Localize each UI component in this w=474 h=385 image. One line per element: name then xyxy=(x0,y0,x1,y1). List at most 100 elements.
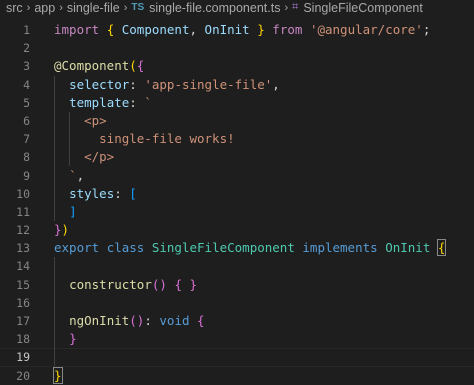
code-line[interactable]: 10 styles: [ xyxy=(0,185,474,203)
code-line[interactable]: 14 xyxy=(0,257,474,275)
chevron-right-icon: › xyxy=(26,1,31,14)
breadcrumb-item-single-file[interactable]: single-file xyxy=(67,1,120,15)
code-token: selector xyxy=(69,76,130,92)
code-token: styles xyxy=(69,185,115,201)
code-line[interactable]: 5 template: ` xyxy=(0,94,474,112)
code-text: </p> xyxy=(54,148,114,166)
breadcrumb-item-src[interactable]: src xyxy=(6,1,23,15)
line-number: 3 xyxy=(23,59,30,74)
class-symbol-icon: ⌗ xyxy=(292,1,299,13)
code-token: '@angular/core' xyxy=(309,22,423,37)
line-number: 14 xyxy=(16,259,30,274)
line-number: 16 xyxy=(16,295,30,310)
code-token: : xyxy=(129,94,145,110)
code-line[interactable]: 3 @Component({ xyxy=(0,57,474,75)
code-token: { xyxy=(136,58,145,74)
code-token: 'app-single-file' xyxy=(144,76,273,92)
line-number: 6 xyxy=(23,113,30,128)
code-text: selector: 'app-single-file', xyxy=(54,76,280,94)
line-number: 20 xyxy=(16,368,30,383)
breadcrumb-item-symbol[interactable]: SingleFileComponent xyxy=(303,1,423,15)
code-text: single-file works! xyxy=(54,130,234,148)
code-line[interactable]: 2 xyxy=(0,39,474,57)
code-token: { xyxy=(174,276,182,292)
code-token: constructor xyxy=(69,276,152,292)
code-token: void xyxy=(159,313,190,328)
code-token: } xyxy=(189,276,198,292)
breadcrumb-item-file[interactable]: single-file.component.ts xyxy=(149,1,280,15)
code-text: }) xyxy=(54,221,69,239)
line-number: 1 xyxy=(23,23,30,37)
code-token: <p> xyxy=(84,112,107,128)
code-line[interactable]: 7 single-file works! xyxy=(0,130,474,148)
indent-guide xyxy=(69,112,71,166)
code-token: ] xyxy=(69,203,77,219)
code-line[interactable]: 12}) xyxy=(0,221,474,239)
code-text: import { Component, OnInit } from '@angu… xyxy=(54,21,430,39)
code-line[interactable]: 17 ngOnInit(): void { xyxy=(0,312,474,330)
code-token: ngOnInit xyxy=(69,313,130,328)
code-text: ] xyxy=(54,203,77,221)
code-token: { xyxy=(197,313,205,328)
code-text: export class SingleFileComponent impleme… xyxy=(54,239,447,257)
code-text: <p> xyxy=(54,112,107,130)
code-line[interactable]: 19 xyxy=(0,348,474,366)
code-text: ngOnInit(): void { xyxy=(54,312,205,330)
code-token: } xyxy=(69,331,77,347)
line-number: 8 xyxy=(23,150,30,165)
code-token: template xyxy=(69,94,130,110)
code-token: : xyxy=(114,185,130,201)
code-token: ` xyxy=(69,167,77,183)
code-line[interactable]: 6 <p> xyxy=(0,112,474,130)
code-line[interactable]: 8 </p> xyxy=(0,148,474,166)
code-line[interactable]: 18 } xyxy=(0,330,474,348)
code-line[interactable]: 13 export class SingleFileComponent imple… xyxy=(0,239,474,257)
line-number: 17 xyxy=(16,314,30,328)
code-token: SingleFileComponent xyxy=(151,240,295,256)
code-token: } xyxy=(53,366,63,384)
code-text: template: ` xyxy=(54,94,152,112)
code-token: , xyxy=(189,22,205,37)
breadcrumb-item-app[interactable]: app xyxy=(34,1,55,15)
code-line[interactable]: 20} xyxy=(0,366,474,385)
code-line[interactable]: 9 `, xyxy=(0,167,474,185)
code-line[interactable]: 1 import { Component, OnInit } from '@ang… xyxy=(0,21,474,39)
code-token: () xyxy=(129,313,145,328)
indent-guide xyxy=(54,76,55,221)
line-number: 18 xyxy=(16,332,30,347)
code-token: Component xyxy=(121,22,190,37)
code-editor[interactable]: 1 import { Component, OnInit } from '@ang… xyxy=(0,21,474,385)
chevron-right-icon: › xyxy=(123,1,128,14)
code-token: { xyxy=(436,239,447,257)
code-line[interactable]: 4 selector: 'app-single-file', xyxy=(0,76,474,94)
code-text: @Component({ xyxy=(54,57,144,75)
typescript-file-icon: TS xyxy=(131,2,145,13)
code-line[interactable]: 16 xyxy=(0,294,474,312)
line-number: 7 xyxy=(23,132,30,147)
code-token: class xyxy=(106,240,145,256)
line-number: 19 xyxy=(16,350,30,365)
breadcrumb: src › app › single-file › TS single-file… xyxy=(0,0,474,15)
code-line[interactable]: 11 ] xyxy=(0,203,474,221)
code-line[interactable]: 15 constructor() { } xyxy=(0,276,474,294)
code-token: implements xyxy=(302,240,378,256)
line-number: 5 xyxy=(23,95,30,110)
code-token: export xyxy=(54,240,100,256)
code-token: ; xyxy=(422,22,431,37)
code-token: @Component xyxy=(54,58,130,74)
code-text: } xyxy=(53,366,63,385)
